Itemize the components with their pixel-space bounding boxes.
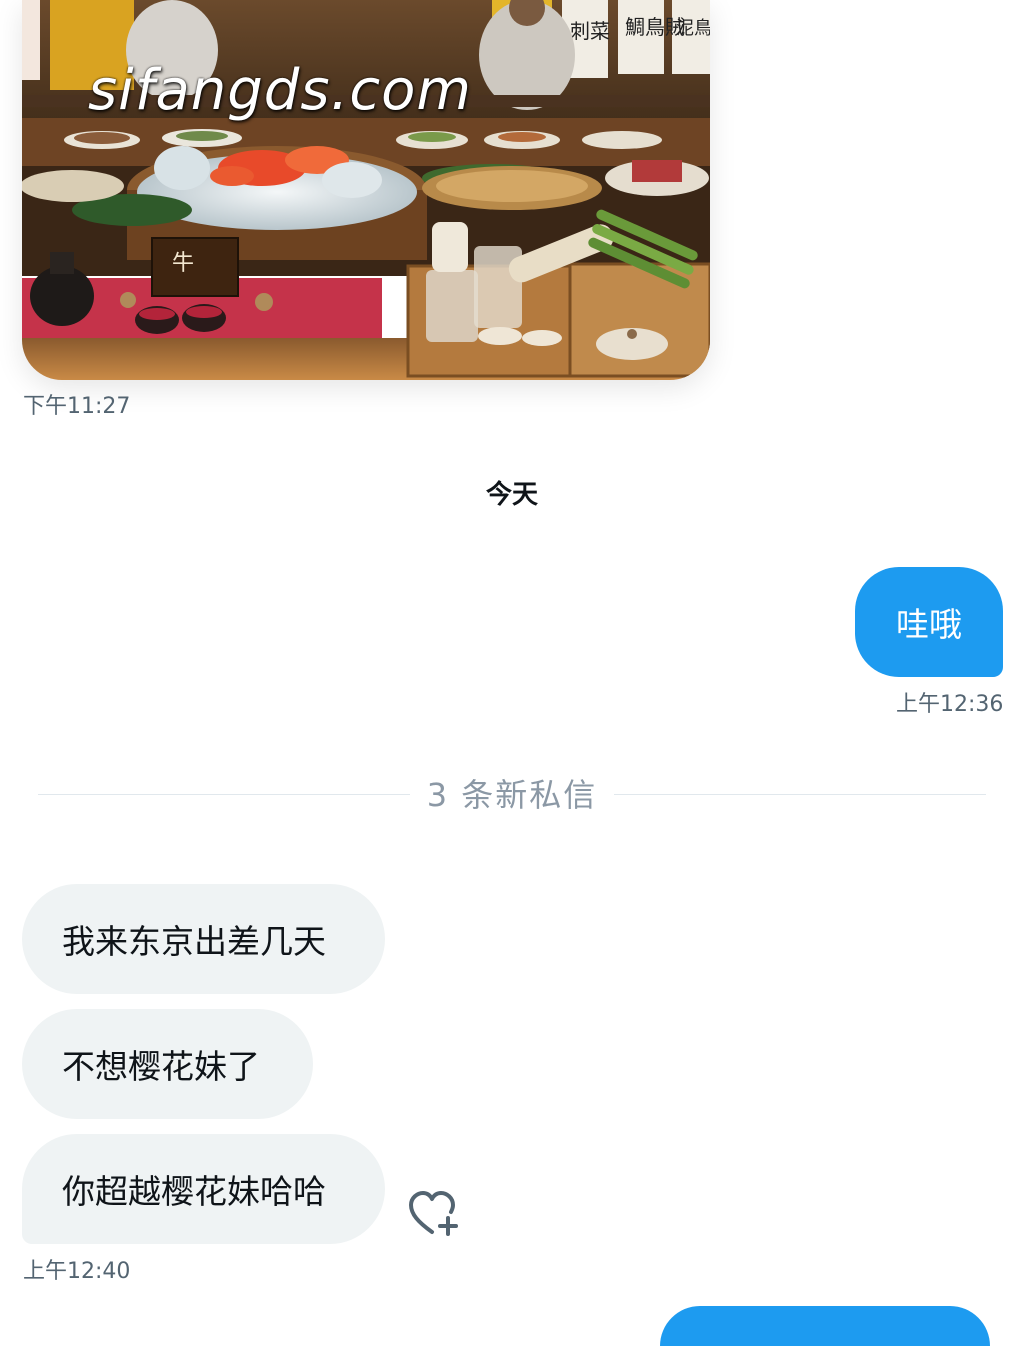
sent-message-text: 哇哦 bbox=[896, 605, 962, 644]
new-messages-label: 3 条新私信 bbox=[426, 776, 598, 814]
received-message-text: 不想樱花妹了 bbox=[62, 1047, 260, 1086]
new-messages-divider: 3 条新私信 bbox=[0, 770, 1024, 816]
photo-watermark: sifangds.com bbox=[88, 58, 472, 123]
shared-photo[interactable]: 刺菜 鯛鳥賊 泥鳥賊 bbox=[22, 0, 710, 380]
divider-line-left bbox=[38, 794, 410, 795]
sent-message-timestamp: 上午12:36 bbox=[896, 692, 1004, 717]
add-reaction-button[interactable] bbox=[406, 1190, 462, 1240]
received-message-bubble[interactable]: 你超越樱花妹哈哈 bbox=[22, 1134, 385, 1244]
received-message-text: 我来东京出差几天 bbox=[62, 922, 326, 961]
sign-board-left: 牛 bbox=[172, 251, 194, 276]
sign-right-3: 泥鳥賊 bbox=[676, 18, 710, 39]
day-divider: 今天 bbox=[485, 480, 538, 510]
received-message-text: 你超越樱花妹哈哈 bbox=[62, 1172, 326, 1211]
sign-right-1: 刺菜 bbox=[570, 19, 610, 43]
heart-plus-icon bbox=[409, 1191, 458, 1236]
sent-message-bubble-partial[interactable] bbox=[660, 1306, 990, 1346]
received-message-bubble[interactable]: 不想樱花妹了 bbox=[22, 1009, 313, 1119]
photo-timestamp: 下午11:27 bbox=[23, 394, 131, 419]
received-message-bubble[interactable]: 我来东京出差几天 bbox=[22, 884, 385, 994]
received-message-timestamp: 上午12:40 bbox=[23, 1259, 131, 1284]
restaurant-photo-image: 刺菜 鯛鳥賊 泥鳥賊 bbox=[22, 0, 710, 380]
divider-line-right bbox=[614, 794, 986, 795]
sent-message-bubble[interactable]: 哇哦 bbox=[855, 567, 1003, 677]
